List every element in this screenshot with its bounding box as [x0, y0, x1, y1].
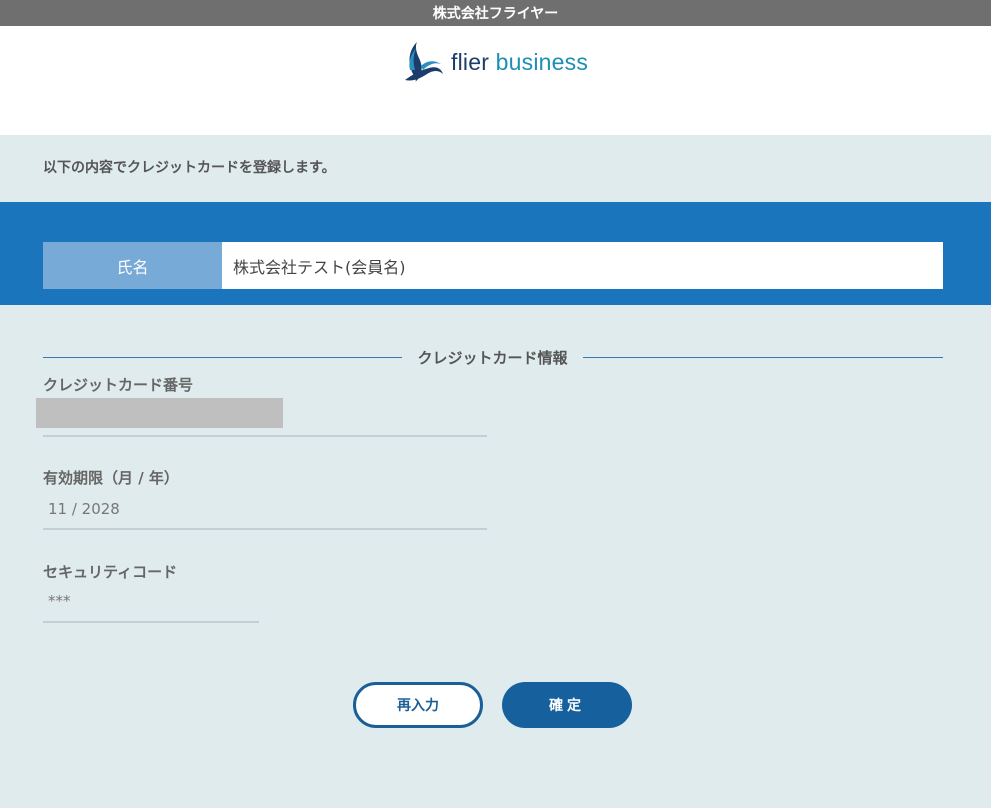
confirm-button[interactable]: 確定 [502, 682, 632, 728]
card-number-masked-value [36, 398, 283, 428]
card-number-underline [43, 435, 487, 437]
section-title: クレジットカード情報 [417, 349, 568, 367]
security-code-value: *** [48, 592, 71, 610]
reenter-button[interactable]: 再入力 [353, 682, 483, 728]
header: flier business [0, 26, 991, 135]
company-bar: 株式会社フライヤー [0, 0, 991, 26]
expiry-value: 11 / 2028 [48, 500, 120, 518]
name-label: 氏名 [43, 242, 222, 289]
section-divider-right [583, 357, 943, 358]
logo-word-business: business [495, 48, 589, 75]
security-code-underline [43, 621, 259, 623]
card-number-label: クレジットカード番号 [43, 376, 194, 394]
company-bar-title: 株式会社フライヤー [432, 6, 559, 22]
intro-text: 以下の内容でクレジットカードを登録します。 [43, 160, 336, 176]
logo: flier business [403, 40, 588, 84]
security-code-label: セキュリティコード [43, 563, 178, 581]
confirm-button-label: 確定 [549, 698, 585, 714]
flier-wave-logo-icon [403, 40, 445, 84]
reenter-button-label: 再入力 [397, 698, 439, 714]
section-divider-left [43, 357, 402, 358]
logo-text: flier business [451, 49, 588, 76]
expiry-underline [43, 528, 487, 530]
name-value: 株式会社テスト(会員名) [222, 242, 943, 289]
logo-word-flier: flier [451, 48, 490, 75]
name-band: 氏名 株式会社テスト(会員名) [0, 202, 991, 305]
expiry-label: 有効期限（月 / 年） [43, 469, 179, 487]
